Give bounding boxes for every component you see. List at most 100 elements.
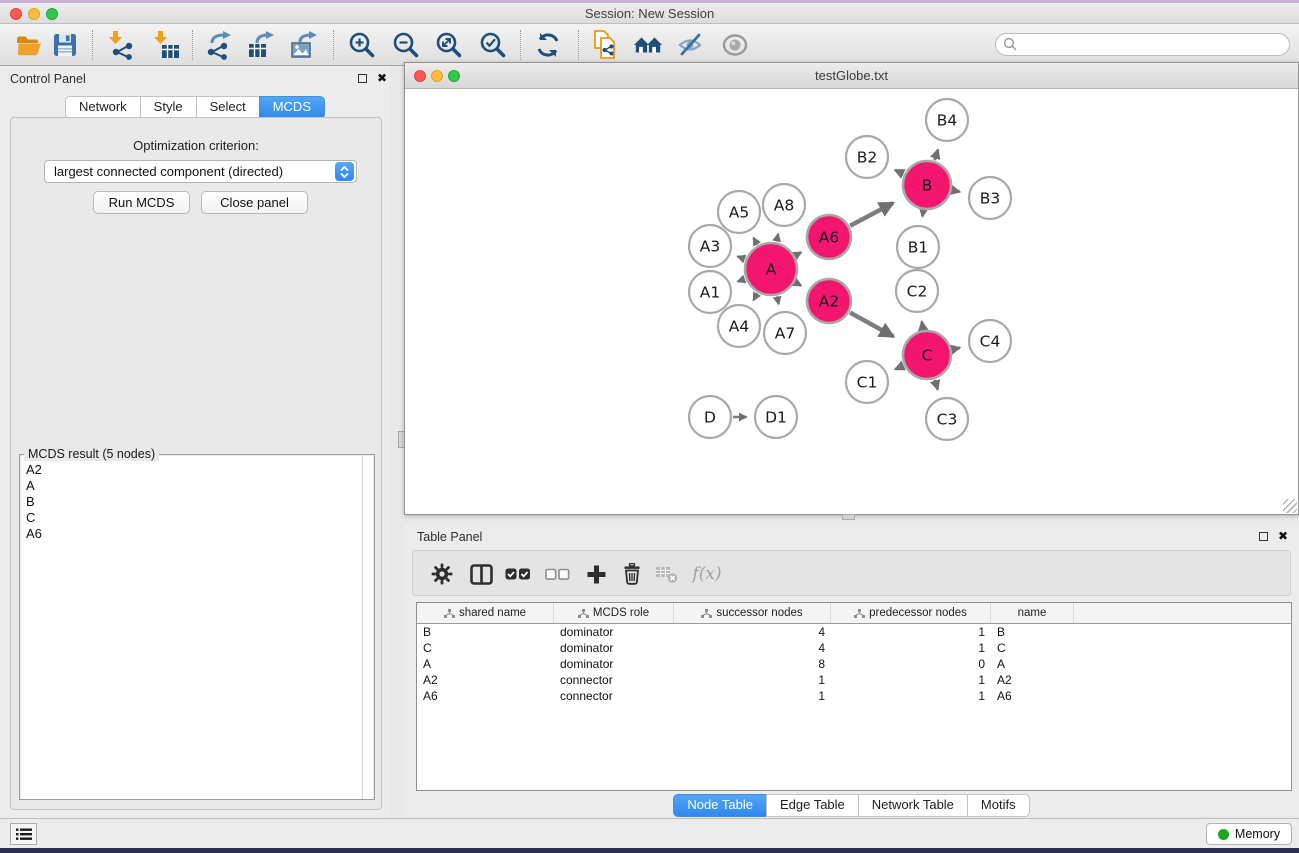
table-cell[interactable]: 1 xyxy=(831,688,991,704)
tab-motifs[interactable]: Motifs xyxy=(967,794,1030,817)
table-row[interactable]: Cdominator41C xyxy=(417,640,1291,656)
table-row[interactable]: Bdominator41B xyxy=(417,624,1291,640)
save-session-icon[interactable] xyxy=(50,30,80,60)
clone-network-icon[interactable] xyxy=(591,30,621,60)
graph-edge-A-A6[interactable] xyxy=(796,252,801,255)
table-cell[interactable]: B xyxy=(991,624,1074,640)
export-image-icon[interactable] xyxy=(290,30,320,60)
graph-edge-B-B3[interactable] xyxy=(952,190,959,191)
graph-edge-A-A8[interactable] xyxy=(777,234,779,242)
column-header-predecessor-nodes[interactable]: predecessor nodes xyxy=(831,603,991,623)
table-settings-gear-icon[interactable] xyxy=(429,562,455,586)
show-graphics-details-icon[interactable] xyxy=(720,30,750,60)
table-cell[interactable]: A6 xyxy=(991,688,1074,704)
graph-edge-A-A3[interactable] xyxy=(738,256,745,259)
run-mcds-button[interactable]: Run MCDS xyxy=(93,191,190,214)
table-cell[interactable]: dominator xyxy=(554,624,674,640)
app-minimize-button[interactable] xyxy=(28,8,40,20)
table-cell[interactable]: 4 xyxy=(674,640,831,656)
close-panel-button[interactable]: Close panel xyxy=(201,191,308,214)
mcds-result-list[interactable]: A2ABCA6 xyxy=(21,456,364,799)
tab-mcds[interactable]: MCDS xyxy=(259,96,325,119)
zoom-fit-icon[interactable] xyxy=(434,30,464,60)
graph-edge-A-A4[interactable] xyxy=(753,293,757,300)
home-icon[interactable] xyxy=(633,30,663,60)
table-row[interactable]: A6connector11A6 xyxy=(417,688,1291,704)
network-close-button[interactable] xyxy=(414,70,426,82)
app-close-button[interactable] xyxy=(10,8,22,20)
table-cell[interactable]: C xyxy=(417,640,554,656)
graph-edge-A-A2[interactable] xyxy=(796,283,801,286)
network-minimize-button[interactable] xyxy=(431,70,443,82)
table-cell[interactable]: dominator xyxy=(554,656,674,672)
table-cell[interactable]: A xyxy=(991,656,1074,672)
network-graph-canvas[interactable]: B4B2BB3A5A8A6A3B1AA1C2A2A4A7C4CC1C3DD1 xyxy=(405,89,1298,514)
table-cell[interactable]: 1 xyxy=(674,672,831,688)
graph-edge-A-A1[interactable] xyxy=(738,279,745,282)
open-session-icon[interactable] xyxy=(14,30,44,60)
graph-edge-B-B2[interactable] xyxy=(895,170,903,174)
mcds-result-item[interactable]: C xyxy=(26,510,364,526)
horizontal-splitter-grip[interactable] xyxy=(842,514,855,520)
table-row[interactable]: Adominator80A xyxy=(417,656,1291,672)
float-window-icon[interactable] xyxy=(1259,532,1268,541)
table-cell[interactable]: dominator xyxy=(554,640,674,656)
tab-edge-table[interactable]: Edge Table xyxy=(766,794,858,817)
import-table-icon[interactable] xyxy=(151,30,181,60)
tab-select[interactable]: Select xyxy=(196,96,259,119)
import-network-icon[interactable] xyxy=(106,30,136,60)
graph-edge-C-C3[interactable] xyxy=(935,380,938,390)
column-header-shared-name[interactable]: shared name xyxy=(417,603,554,623)
table-cell[interactable]: B xyxy=(417,624,554,640)
select-all-columns-icon[interactable] xyxy=(505,562,531,586)
mcds-result-item[interactable]: B xyxy=(26,494,364,510)
table-cell[interactable]: connector xyxy=(554,688,674,704)
tab-network-table[interactable]: Network Table xyxy=(858,794,967,817)
show-columns-icon[interactable] xyxy=(468,562,494,586)
float-window-icon[interactable] xyxy=(358,74,367,83)
table-cell[interactable]: A2 xyxy=(417,672,554,688)
graph-edge-A6-B[interactable] xyxy=(850,203,893,226)
tab-network[interactable]: Network xyxy=(65,96,140,119)
graph-edge-C-C1[interactable] xyxy=(895,366,903,370)
task-history-button[interactable] xyxy=(10,823,37,845)
graph-edge-B-B1[interactable] xyxy=(922,211,923,217)
table-cell[interactable]: A2 xyxy=(991,672,1074,688)
graph-edge-C-C4[interactable] xyxy=(952,348,959,350)
mcds-result-item[interactable]: A2 xyxy=(26,462,364,478)
zoom-selected-icon[interactable] xyxy=(478,30,508,60)
export-network-icon[interactable] xyxy=(204,30,234,60)
memory-button[interactable]: Memory xyxy=(1206,823,1292,845)
graph-edge-A-A7[interactable] xyxy=(777,296,779,304)
tab-node-table[interactable]: Node Table xyxy=(673,794,766,817)
graph-edge-C-C2[interactable] xyxy=(922,322,923,330)
table-cell[interactable]: 4 xyxy=(674,624,831,640)
table-cell[interactable]: 8 xyxy=(674,656,831,672)
graph-edge-A2-C[interactable] xyxy=(850,313,893,337)
app-zoom-button[interactable] xyxy=(46,8,58,20)
search-field[interactable] xyxy=(995,33,1290,56)
table-cell[interactable]: C xyxy=(991,640,1074,656)
criterion-select[interactable]: largest connected component (directed) xyxy=(44,160,357,183)
refresh-layout-icon[interactable] xyxy=(533,30,563,60)
column-header-mcds-role[interactable]: MCDS role xyxy=(554,603,674,623)
table-cell[interactable]: 1 xyxy=(831,640,991,656)
search-input[interactable] xyxy=(1018,34,1289,55)
column-header-successor-nodes[interactable]: successor nodes xyxy=(674,603,831,623)
table-cell[interactable]: 1 xyxy=(831,672,991,688)
table-cell[interactable]: 1 xyxy=(674,688,831,704)
table-cell[interactable]: 0 xyxy=(831,656,991,672)
export-table-icon[interactable] xyxy=(247,30,277,60)
column-header-name[interactable]: name xyxy=(991,603,1074,623)
graph-edge-A-A5[interactable] xyxy=(753,238,757,245)
table-row[interactable]: A2connector11A2 xyxy=(417,672,1291,688)
deselect-all-columns-icon[interactable] xyxy=(544,562,570,586)
mcds-result-item[interactable]: A6 xyxy=(26,526,364,542)
table-cell[interactable]: 1 xyxy=(831,624,991,640)
table-cell[interactable]: connector xyxy=(554,672,674,688)
mcds-result-item[interactable]: A xyxy=(26,478,364,494)
delete-column-icon[interactable] xyxy=(619,562,645,586)
create-column-icon[interactable] xyxy=(583,562,609,586)
hide-graphics-details-icon[interactable] xyxy=(676,30,706,60)
network-zoom-button[interactable] xyxy=(448,70,460,82)
